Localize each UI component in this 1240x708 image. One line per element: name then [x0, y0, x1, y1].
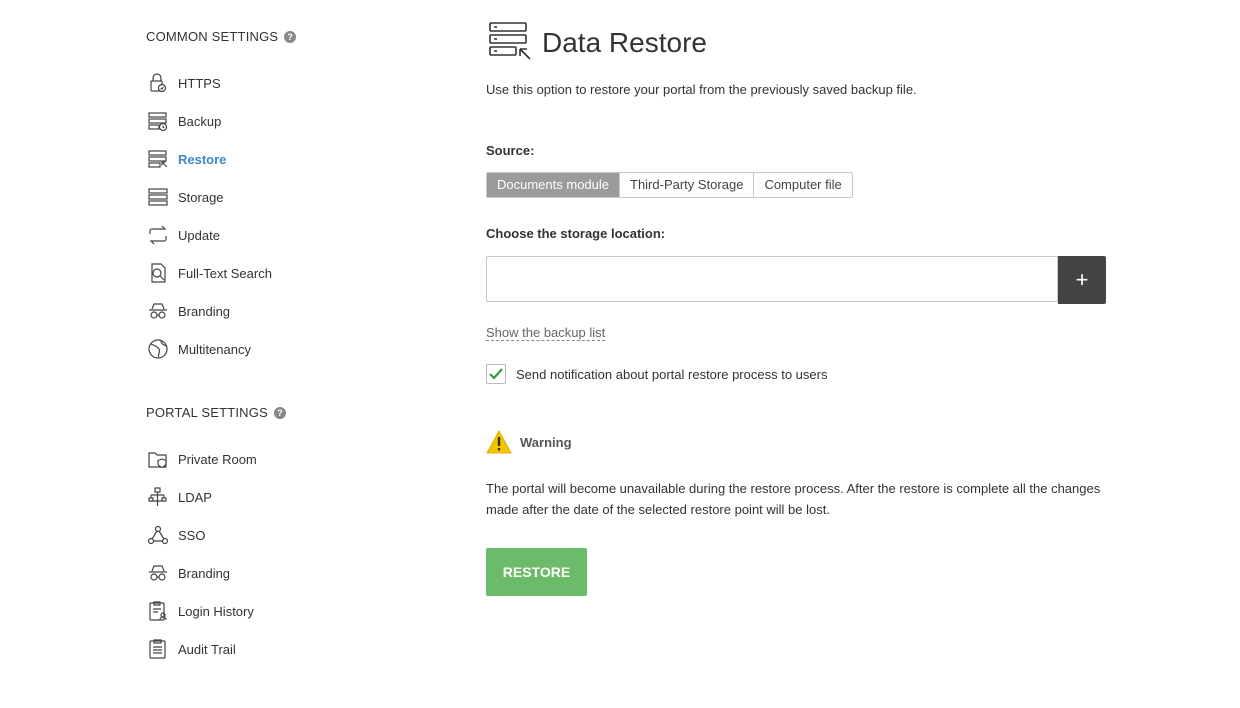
search-document-icon	[146, 262, 170, 284]
portal-settings-header: PORTAL SETTINGS ?	[146, 405, 286, 420]
page-description: Use this option to restore your portal f…	[486, 82, 917, 97]
sidebar-item-private-room[interactable]: Private Room	[146, 447, 257, 471]
storage-location-input[interactable]	[486, 256, 1058, 302]
lock-file-icon	[146, 72, 170, 94]
sidebar-item-https[interactable]: HTTPS	[146, 71, 221, 95]
notify-option: Send notification about portal restore p…	[486, 364, 827, 384]
update-icon	[146, 224, 170, 246]
page-title: Data Restore	[542, 26, 707, 58]
sidebar-item-sso[interactable]: SSO	[146, 523, 205, 547]
sidebar-item-storage[interactable]: Storage	[146, 185, 224, 209]
sidebar-item-branding[interactable]: Branding	[146, 299, 230, 323]
warning-icon	[486, 430, 512, 454]
sidebar-item-multitenancy[interactable]: Multitenancy	[146, 337, 251, 361]
source-option-third-party-storage[interactable]: Third-Party Storage	[619, 173, 753, 197]
restore-button[interactable]: RESTORE	[486, 548, 587, 596]
show-backup-list-link[interactable]: Show the backup list	[486, 325, 606, 341]
warning-text: The portal will become unavailable durin…	[486, 481, 1101, 517]
common-settings-header: COMMON SETTINGS ?	[146, 29, 297, 44]
help-icon[interactable]: ?	[284, 30, 297, 43]
sidebar-item-backup[interactable]: Backup	[146, 109, 221, 133]
private-folder-icon	[146, 448, 170, 470]
source-selector: Documents module Third-Party Storage Com…	[486, 172, 853, 198]
data-restore-icon	[488, 20, 532, 65]
login-history-icon	[146, 600, 170, 622]
sso-icon	[146, 524, 170, 546]
checkmark-icon	[489, 368, 503, 380]
sidebar-item-branding-portal[interactable]: Branding	[146, 561, 230, 585]
sidebar-item-login-history[interactable]: Login History	[146, 599, 254, 623]
help-icon[interactable]: ?	[273, 406, 286, 419]
add-storage-button[interactable]: +	[1058, 256, 1106, 304]
ldap-icon	[146, 486, 170, 508]
sidebar-item-ldap[interactable]: LDAP	[146, 485, 212, 509]
branding-icon	[146, 562, 170, 584]
globe-icon	[146, 338, 170, 360]
notify-label: Send notification about portal restore p…	[516, 366, 828, 382]
sidebar-item-audit-trail[interactable]: Audit Trail	[146, 637, 236, 661]
sidebar-item-restore[interactable]: Restore	[146, 147, 226, 171]
warning-header: Warning	[486, 430, 572, 454]
storage-location-label: Choose the storage location:	[486, 226, 666, 241]
storage-icon	[146, 186, 170, 208]
backup-icon	[146, 110, 170, 132]
sidebar-item-update[interactable]: Update	[146, 223, 220, 247]
restore-icon	[146, 148, 170, 170]
audit-trail-icon	[146, 638, 170, 660]
source-option-documents-module[interactable]: Documents module	[487, 173, 619, 197]
branding-icon	[146, 300, 170, 322]
source-label: Source:	[486, 143, 535, 158]
notify-checkbox[interactable]	[486, 364, 506, 384]
page-title-row: Data Restore	[488, 20, 707, 65]
source-option-computer-file[interactable]: Computer file	[753, 173, 851, 197]
sidebar-item-full-text-search[interactable]: Full-Text Search	[146, 261, 272, 285]
